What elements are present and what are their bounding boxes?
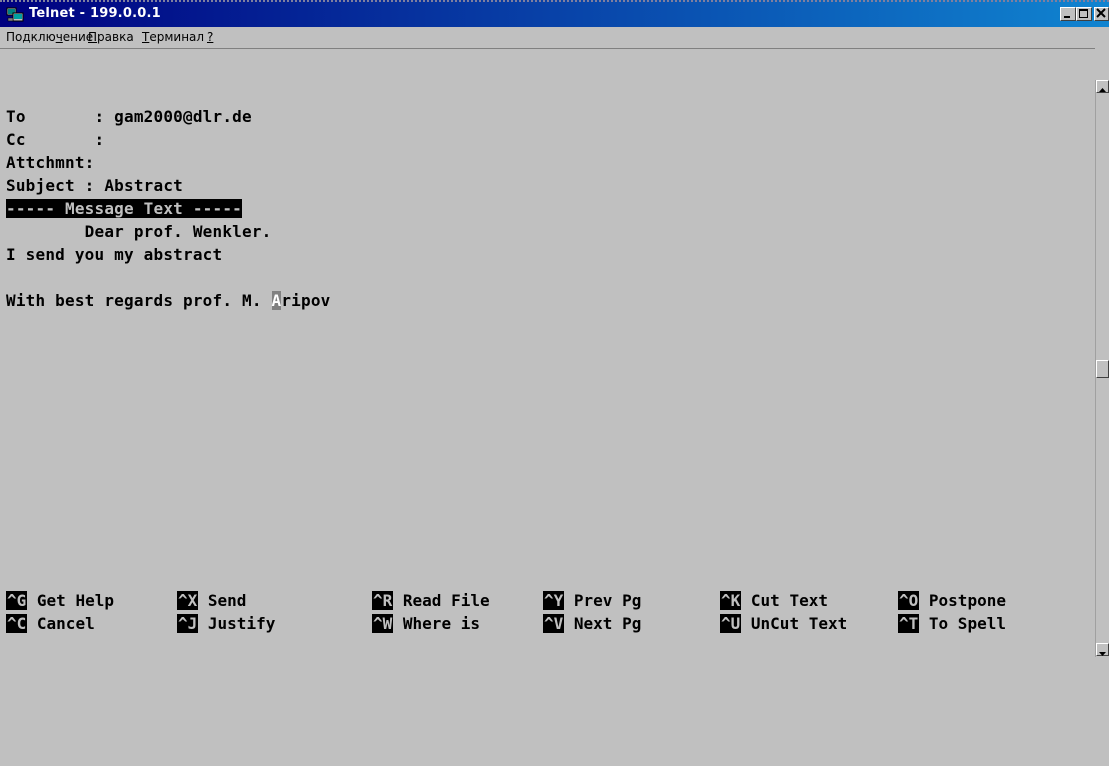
- shortcut-postpone[interactable]: ^O Postpone: [898, 591, 1006, 610]
- attachment-line: Attchmnt:: [6, 153, 95, 172]
- shortcut-get-help[interactable]: ^G Get Help: [6, 591, 114, 610]
- shortcut-label: UnCut Text: [750, 614, 848, 633]
- minimize-button[interactable]: [1060, 7, 1076, 21]
- shortcut-label: Cancel: [36, 614, 95, 633]
- shortcut-key: ^V: [543, 614, 565, 633]
- shortcut-key: ^T: [898, 614, 920, 633]
- shortcut-row-2: ^C Cancel ^J Justify ^W Where is ^V Next…: [6, 614, 1091, 636]
- shortcut-label: Where is: [402, 614, 480, 633]
- subject-line: Subject : Abstract: [6, 176, 183, 198]
- arrow-up-icon: [1099, 88, 1106, 92]
- shortcut-justify[interactable]: ^J Justify: [177, 614, 275, 633]
- menu-help[interactable]: ?: [207, 30, 213, 44]
- shortcut-to-spell[interactable]: ^T To Spell: [898, 614, 1006, 633]
- shortcut-label: Prev Pg: [573, 591, 642, 610]
- shortcut-label: Read File: [402, 591, 490, 610]
- menu-connection[interactable]: Подключение: [6, 30, 93, 44]
- shortcut-key: ^O: [898, 591, 920, 610]
- shortcut-uncut-text[interactable]: ^U UnCut Text: [720, 614, 847, 633]
- to-label: To :: [6, 107, 115, 126]
- menu-terminal[interactable]: Терминал: [142, 30, 204, 44]
- menu-edit[interactable]: Правка: [88, 30, 134, 44]
- scroll-down-button[interactable]: [1096, 643, 1109, 656]
- subject-label: Subject :: [6, 176, 105, 195]
- cc-line: Cc :: [6, 130, 105, 149]
- message-separator: ----- Message Text -----: [6, 199, 242, 221]
- shortcut-key: ^G: [6, 591, 28, 610]
- shortcut-send[interactable]: ^X Send: [177, 591, 246, 610]
- shortcut-prev-pg[interactable]: ^Y Prev Pg: [543, 591, 641, 610]
- shortcut-key: ^C: [6, 614, 28, 633]
- shortcut-key: ^W: [372, 614, 394, 633]
- shortcut-label: Next Pg: [573, 614, 642, 633]
- shortcut-label: Postpone: [928, 591, 1006, 610]
- shortcut-read-file[interactable]: ^R Read File: [372, 591, 490, 610]
- shortcut-key: ^Y: [543, 591, 565, 610]
- shortcut-key: ^K: [720, 591, 742, 610]
- shortcut-label: Cut Text: [750, 591, 828, 610]
- shortcut-row-1: ^G Get Help ^X Send ^R Read File ^Y Prev…: [6, 591, 1091, 613]
- title-bar[interactable]: Telnet - 199.0.0.1: [0, 0, 1109, 27]
- text-cursor: A: [271, 291, 282, 310]
- shortcut-cancel[interactable]: ^C Cancel: [6, 614, 95, 633]
- body-line-1: Dear prof. Wenkler.: [6, 222, 272, 241]
- subject-value: Abstract: [104, 176, 183, 195]
- telnet-computer-icon[interactable]: [6, 7, 24, 23]
- body-line-3-start: With best regards prof. M.: [6, 291, 272, 310]
- maximize-icon: [1079, 9, 1088, 18]
- vertical-scrollbar[interactable]: [1095, 80, 1109, 657]
- shortcut-label: Send: [207, 591, 247, 610]
- shortcut-cut-text[interactable]: ^K Cut Text: [720, 591, 828, 610]
- to-value: gam2000@dlr.de: [114, 107, 252, 126]
- shortcut-key: ^U: [720, 614, 742, 633]
- terminal-screen[interactable]: To : gam2000@dlr.de Cc : Attchmnt: Subje…: [0, 48, 1095, 657]
- shortcut-label: To Spell: [928, 614, 1006, 633]
- shortcut-key: ^J: [177, 614, 199, 633]
- scroll-thumb[interactable]: [1096, 360, 1109, 378]
- menu-bar: Подключение Правка Терминал ?: [0, 27, 1109, 48]
- shortcut-key: ^X: [177, 591, 199, 610]
- shortcut-key: ^R: [372, 591, 394, 610]
- close-button[interactable]: [1094, 7, 1109, 21]
- shortcut-label: Justify: [207, 614, 276, 633]
- shortcut-label: Get Help: [36, 591, 114, 610]
- window-title: Telnet - 199.0.0.1: [29, 6, 161, 21]
- message-text-header: ----- Message Text -----: [6, 199, 242, 218]
- shortcut-next-pg[interactable]: ^V Next Pg: [543, 614, 641, 633]
- shortcut-where-is[interactable]: ^W Where is: [372, 614, 480, 633]
- minimize-icon: [1064, 16, 1070, 18]
- body-line-3: With best regards prof. M. Aripov: [6, 291, 331, 313]
- maximize-button[interactable]: [1076, 7, 1092, 21]
- body-line-3-end: ripov: [281, 291, 331, 310]
- close-icon: [1096, 8, 1106, 18]
- arrow-down-icon: [1099, 652, 1106, 656]
- scroll-up-button[interactable]: [1096, 80, 1109, 93]
- to-line: To : gam2000@dlr.de: [6, 107, 252, 129]
- body-line-2: I send you my abstract: [6, 245, 223, 264]
